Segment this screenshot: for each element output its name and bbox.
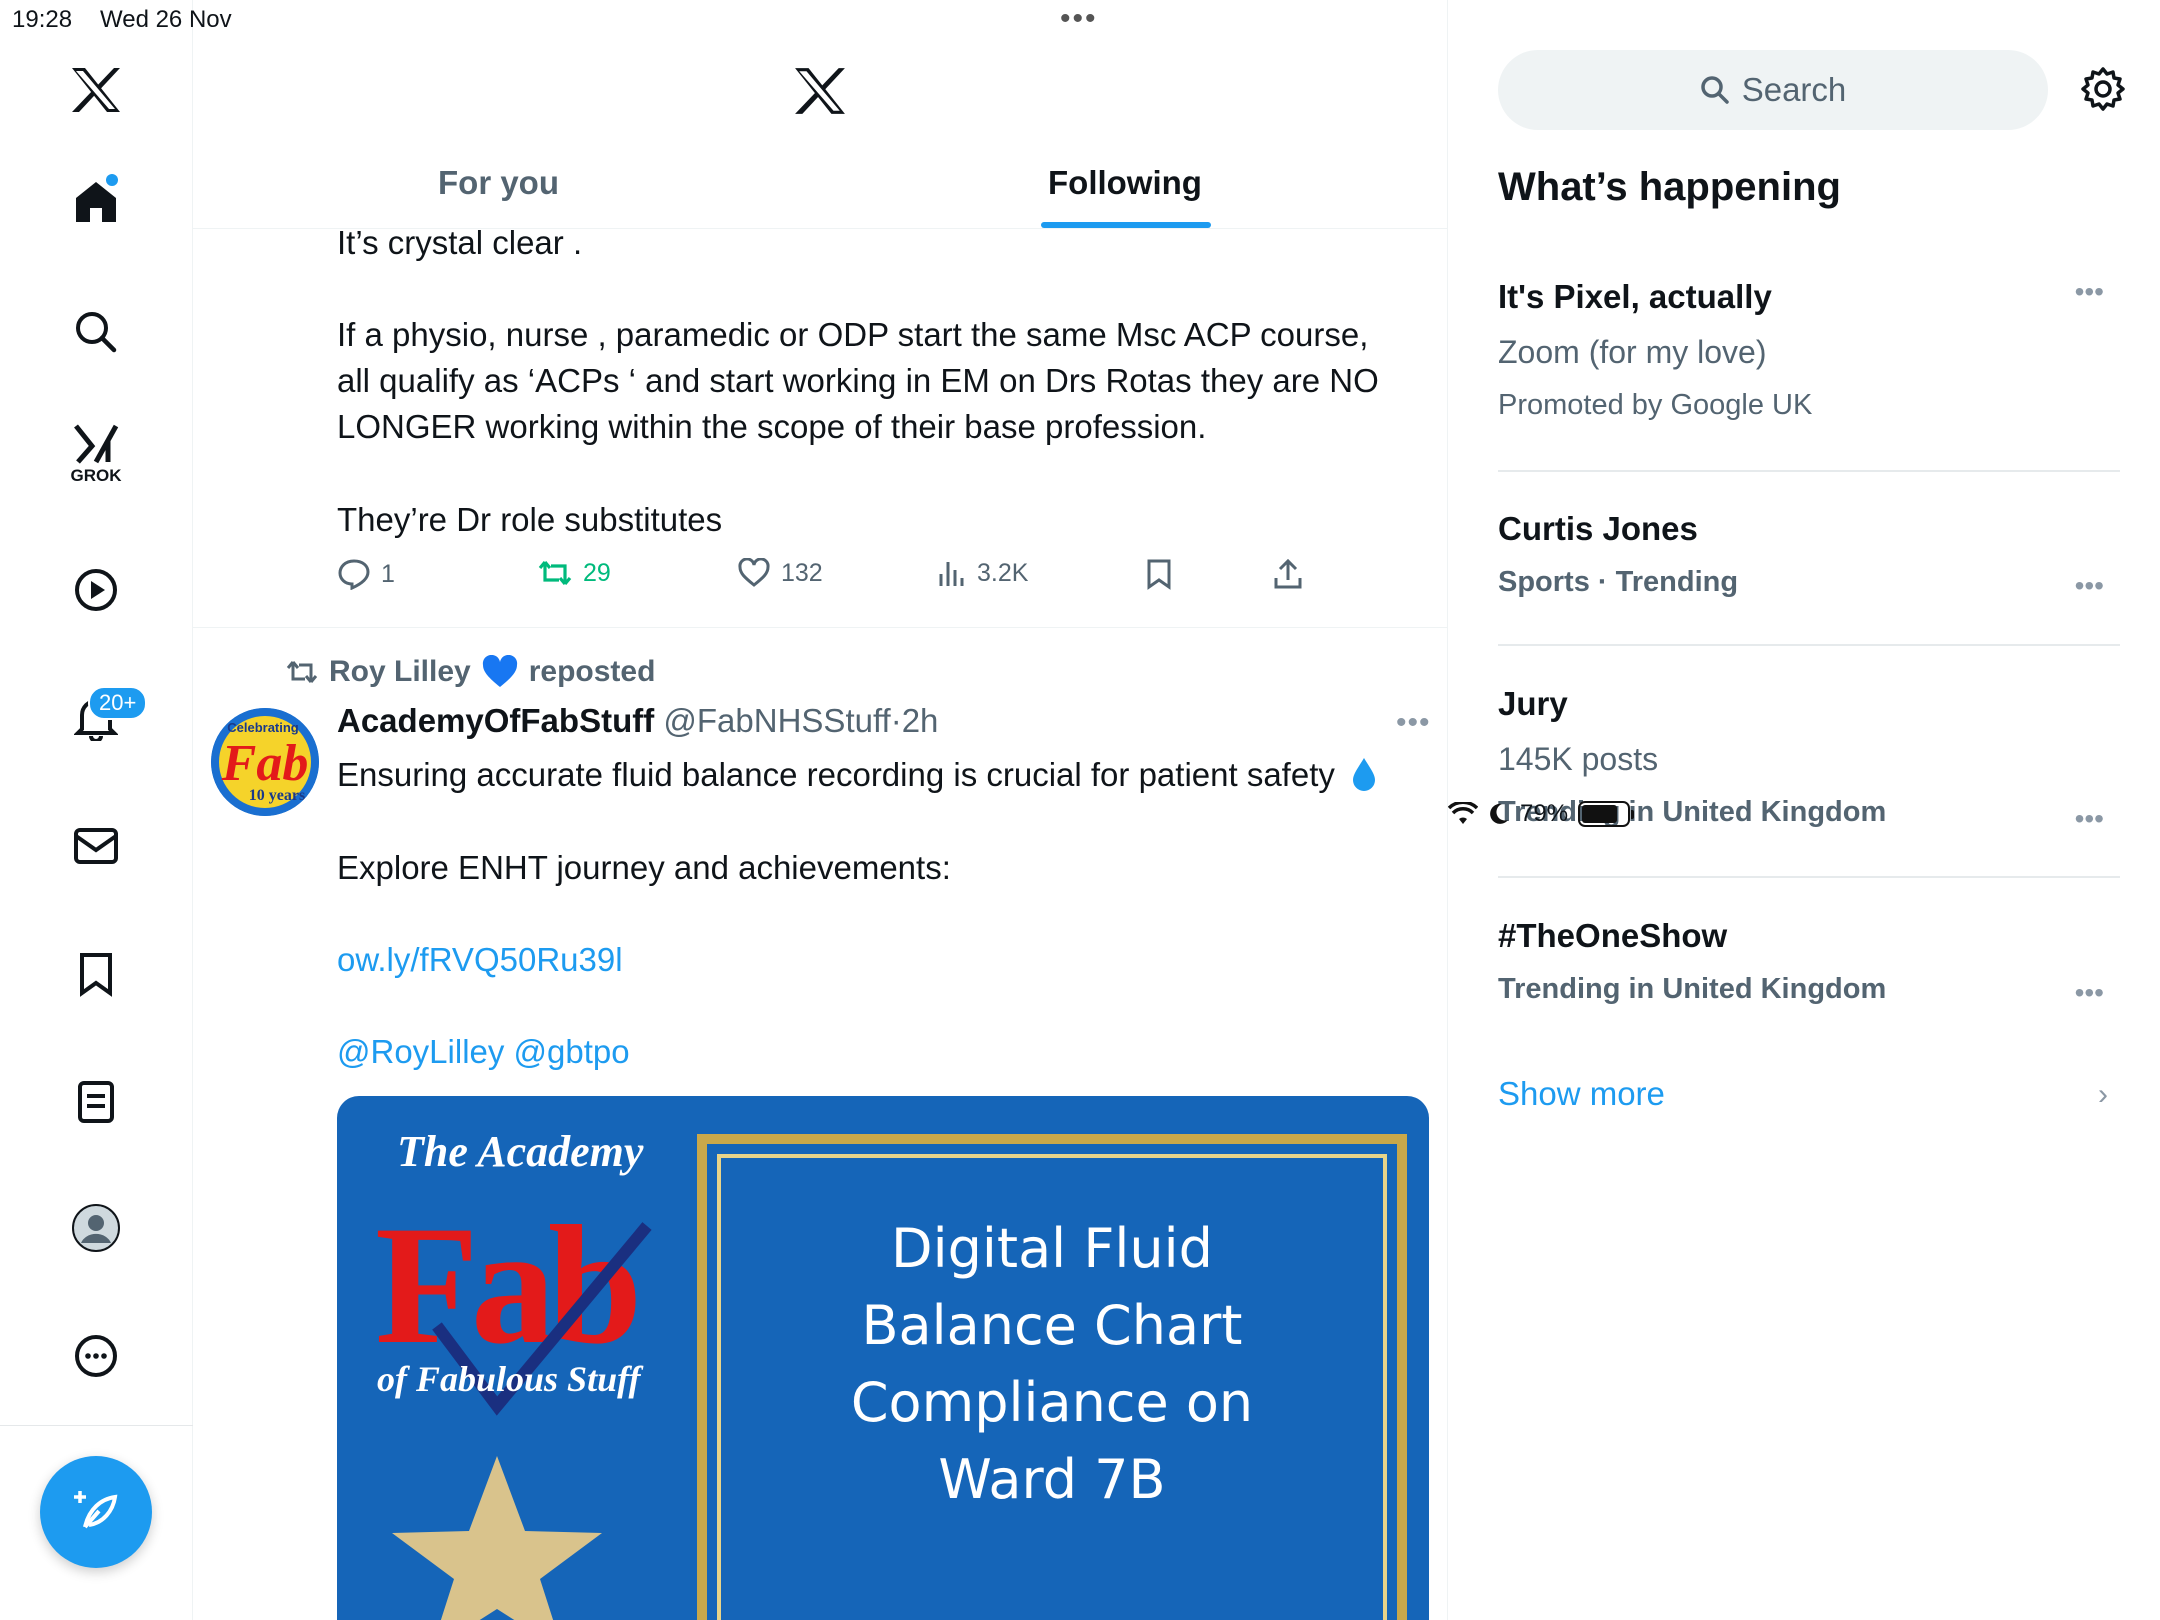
repost-count: 29 (583, 558, 611, 587)
home-unread-dot (106, 174, 118, 186)
bookmark-icon (1147, 559, 1171, 590)
tweet-1-line: They’re Dr role substitutes (337, 501, 723, 538)
repost-icon (538, 560, 572, 586)
list-icon (78, 1081, 114, 1123)
tweet-1-line: LONGER working within the scope of their… (337, 408, 1207, 445)
battery-percent: 79% (1520, 800, 1569, 827)
reposted-by-name[interactable]: Roy Lilley (329, 655, 471, 689)
tweet-1-line: all qualify as ‘ACPs ‘ and start working… (337, 362, 1379, 399)
bookmark-button[interactable] (1145, 558, 1173, 590)
tweet-time[interactable]: 2h (902, 702, 939, 739)
media-chart-title-line: Digital Fluid (891, 1217, 1213, 1280)
reply-icon (338, 559, 370, 590)
nav-explore[interactable] (62, 298, 130, 366)
timeline: It’s crystal clear . If a physio, nurse … (193, 0, 1448, 1620)
bookmark-icon (80, 953, 112, 997)
nav-messages[interactable] (62, 812, 130, 880)
nav-lists[interactable] (62, 1068, 130, 1136)
nav-more[interactable] (62, 1322, 130, 1390)
media-chart-title: Digital Fluid Balance Chart Compliance o… (851, 1210, 1253, 1518)
author-name[interactable]: AcademyOfFabStuff (337, 702, 654, 739)
tweet-1-line: If a physio, nurse , paramedic or ODP st… (337, 316, 1369, 353)
views-button[interactable]: 3.2K (937, 558, 1028, 588)
tweet-2-author-line: AcademyOfFabStuff @FabNHSStuff·2h (337, 702, 938, 740)
nav-video[interactable] (62, 556, 130, 624)
x-logo-icon[interactable] (793, 66, 847, 121)
play-icon (75, 569, 117, 611)
tweet-2-text-1: Ensuring accurate fluid balance recordin… (337, 752, 1378, 798)
author-avatar[interactable]: Celebrating Fab 10 years (211, 708, 319, 816)
repost-button[interactable]: 29 (537, 558, 611, 588)
like-count: 132 (781, 558, 823, 587)
media-chart-frame-inner: Digital Fluid Balance Chart Compliance o… (717, 1154, 1387, 1620)
tab-following[interactable]: Following (1048, 164, 1202, 202)
nav-profile[interactable] (62, 1194, 130, 1262)
avatar-icon (72, 1204, 120, 1252)
search-icon (76, 312, 117, 353)
tweet-1-actions: 1 29 132 3.2K (337, 558, 1387, 598)
media-chart-title-line: Compliance on (850, 1371, 1254, 1434)
dot-separator: · (890, 702, 902, 739)
tweet-divider (193, 627, 1447, 628)
reposted-label: reposted (528, 655, 656, 688)
author-handle[interactable]: @FabNHSStuff (663, 702, 890, 739)
status-time: 19:28 (12, 6, 73, 33)
reply-button[interactable]: 1 (337, 558, 395, 590)
reply-count: 1 (381, 559, 395, 588)
views-count: 3.2K (977, 558, 1029, 587)
battery-fill (1582, 805, 1617, 823)
media-chart-title-line: Ward 7B (938, 1448, 1166, 1511)
grok-icon (74, 424, 119, 464)
multitask-dots-icon[interactable]: ••• (1060, 2, 1098, 36)
share-icon (1274, 558, 1302, 589)
grok-label: GROK (70, 466, 122, 485)
like-button[interactable]: 132 (737, 558, 823, 588)
nav-divider (0, 1425, 193, 1426)
avatar-years-text: 10 years (249, 787, 305, 804)
status-date: Wed 26 Nov (100, 6, 232, 33)
notifications-badge: 20+ (88, 686, 148, 720)
nav-home[interactable] (62, 168, 130, 236)
repost-context[interactable]: Roy Lilley reposted (285, 655, 655, 689)
tweet-2-link[interactable]: ow.ly/fRVQ50Ru39l (337, 937, 623, 983)
battery-icon (1578, 801, 1635, 827)
avatar-celebrating-text: Celebrating (227, 720, 299, 735)
avatar-fab-text: Fab (221, 735, 309, 792)
media-chart-title-line: Balance Chart (861, 1294, 1243, 1357)
status-bar: 19:28 Wed 26 Nov ••• 79% (0, 0, 2160, 827)
media-fab-subtitle: of Fabulous Stuff (377, 1359, 641, 1399)
tab-for-you[interactable]: For you (438, 164, 559, 202)
droplet-icon (1353, 758, 1376, 791)
blue-heart-icon (482, 655, 517, 687)
tweet-2-text: Ensuring accurate fluid balance recordin… (337, 756, 1335, 793)
tweet-2-mentions[interactable]: @RoyLilley @gbtpo (337, 1029, 630, 1075)
repost-icon (286, 661, 318, 683)
tweet-more-icon[interactable]: ••• (1396, 706, 1431, 740)
share-button[interactable] (1273, 558, 1303, 590)
compose-button[interactable] (40, 1456, 152, 1568)
views-chart-icon (939, 562, 964, 586)
heart-icon (738, 558, 770, 587)
compose-feather-icon (74, 1491, 118, 1529)
more-circle-icon (75, 1335, 117, 1377)
nav-bookmarks[interactable] (62, 940, 130, 1008)
envelope-icon (74, 828, 118, 864)
moon-icon (1490, 803, 1508, 824)
media-chart-frame: Digital Fluid Balance Chart Compliance o… (697, 1134, 1407, 1620)
x-logo-icon[interactable] (62, 56, 130, 124)
active-tab-indicator (1041, 222, 1211, 228)
nav-grok[interactable]: GROK (62, 420, 130, 488)
tweet-2-media-image[interactable]: The Academy Fab of Fabulous Stuff Digita… (337, 1096, 1429, 1620)
star-icon (392, 1456, 602, 1620)
wifi-icon (1448, 802, 1478, 824)
media-academy-title: The Academy (397, 1127, 644, 1176)
tweet-2-text-2: Explore ENHT journey and achievements: (337, 849, 951, 886)
left-nav: GROK 20+ (0, 0, 193, 1620)
status-right: 79% (1448, 4, 2160, 1620)
